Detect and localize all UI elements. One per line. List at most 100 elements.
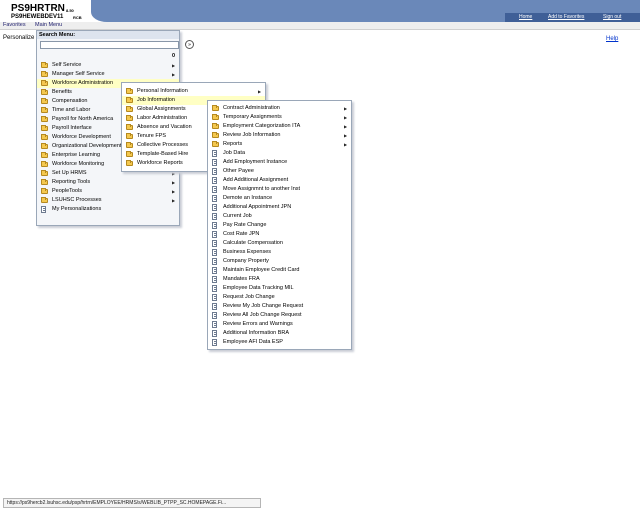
menu-item-add-additional-assignment[interactable]: Add Additional Assignment (208, 176, 351, 185)
favorites-menu[interactable]: Favorites (3, 22, 26, 28)
menu-item-temporary-assignments[interactable]: Temporary Assignments ▶ (208, 113, 351, 122)
menu-item-label: Employee Data Tracking MIL (223, 285, 294, 291)
document-icon (212, 294, 217, 301)
menu-item-lsuhsc-processes[interactable]: LSUHSC Processes ▶ (37, 196, 179, 205)
document-icon (212, 339, 217, 346)
search-menu-header: Search Menu: (37, 31, 179, 39)
home-link[interactable]: Home (519, 14, 532, 20)
menu-item-additional-information-bra[interactable]: Additional Information BRA (208, 329, 351, 338)
menu-item-contract-administration[interactable]: Contract Administration ▶ (208, 104, 351, 113)
menu-item-demote-an-instance[interactable]: Demote an Instance (208, 194, 351, 203)
menu-item-move-assignmnt-to-another-inst[interactable]: Move Assignmnt to another Inst (208, 185, 351, 194)
folder-icon (126, 97, 133, 103)
menu-item-label: Temporary Assignments (223, 114, 282, 120)
menu-item-other-payee[interactable]: Other Payee (208, 167, 351, 176)
menu-item-maintain-employee-credit-card[interactable]: Maintain Employee Credit Card (208, 266, 351, 275)
document-icon (212, 312, 217, 319)
search-menu-input[interactable] (40, 41, 179, 49)
menu-item-peopletools[interactable]: PeopleTools ▶ (37, 187, 179, 196)
folder-icon (41, 107, 48, 113)
folder-icon (126, 151, 133, 157)
menu-item-label: Employment Categorization ITA (223, 123, 301, 129)
document-icon (212, 168, 217, 175)
database-name: PS9HEWEBDEV11 (11, 14, 64, 20)
menu-item-label: Contract Administration (223, 105, 280, 111)
search-menu-title: Search Menu: (39, 32, 76, 38)
page-title: Personalize (3, 35, 35, 41)
document-icon (212, 159, 217, 166)
menu-item-personal-information[interactable]: Personal Information ▶ (122, 87, 265, 96)
menu-item-label: Time and Labor (52, 107, 91, 113)
search-go-button[interactable]: » (185, 40, 194, 49)
status-url: https://ps9hercb2.lsuhsc.edu/psp/hrtrn/E… (7, 500, 227, 506)
menu-item-reports[interactable]: Reports ▶ (208, 140, 351, 149)
menu-item-label: Other Payee (223, 168, 254, 174)
menu-item-label: Request Job Change (223, 294, 275, 300)
menu-item-current-job[interactable]: Current Job (208, 212, 351, 221)
chevron-right-icon: ▶ (344, 115, 348, 120)
user-tag: RCB (73, 15, 82, 20)
menu-item-label: Manager Self Service (52, 71, 105, 77)
folder-icon (41, 197, 48, 203)
help-link[interactable]: Help (606, 36, 618, 42)
document-icon (212, 240, 217, 247)
menu-item-label: Workforce Reports (137, 160, 183, 166)
folder-icon (41, 98, 48, 104)
folder-icon (126, 115, 133, 121)
menu-item-label: Cost Rate JPN (223, 231, 260, 237)
chevron-right-icon: ▶ (172, 63, 176, 68)
main-menu[interactable]: Main Menu (35, 22, 62, 28)
folder-icon (126, 142, 133, 148)
menu-item-job-data[interactable]: Job Data (208, 149, 351, 158)
menu-item-label: PeopleTools (52, 188, 82, 194)
menu-item-calculate-compensation[interactable]: Calculate Compensation (208, 239, 351, 248)
folder-icon (41, 62, 48, 68)
folder-icon (41, 116, 48, 122)
folder-icon (41, 80, 48, 86)
menu-item-additional-appointment-jpn[interactable]: Additional Appointment JPN (208, 203, 351, 212)
folder-icon (212, 123, 219, 129)
menu-item-cost-rate-jpn[interactable]: Cost Rate JPN (208, 230, 351, 239)
menu-item-label: Labor Administration (137, 115, 188, 121)
menu-item-add-employment-instance[interactable]: Add Employment Instance (208, 158, 351, 167)
menu-item-review-my-job-change-request[interactable]: Review My Job Change Request (208, 302, 351, 311)
menu-item-label: Workforce Monitoring (52, 161, 105, 167)
menu-item-employee-afi-data-esp[interactable]: Employee AFI Data ESP (208, 338, 351, 347)
menu-item-review-job-information[interactable]: Review Job Information ▶ (208, 131, 351, 140)
folder-icon (41, 134, 48, 140)
menu-item-review-errors-and-warnings[interactable]: Review Errors and Warnings (208, 320, 351, 329)
folder-icon (41, 179, 48, 185)
folder-icon (41, 71, 48, 77)
status-bar: https://ps9hercb2.lsuhsc.edu/psp/hrtrn/E… (3, 498, 261, 508)
menu-item-mandates-fra[interactable]: Mandates FRA (208, 275, 351, 284)
menu-item-company-property[interactable]: Company Property (208, 257, 351, 266)
menu-bar: Favorites Main Menu (0, 22, 640, 30)
menu-item-label: Company Property (223, 258, 269, 264)
menu-item-request-job-change[interactable]: Request Job Change (208, 293, 351, 302)
menu-item-reporting-tools[interactable]: Reporting Tools ▶ (37, 178, 179, 187)
menu-item-pay-rate-change[interactable]: Pay Rate Change (208, 221, 351, 230)
menu-item-my-personalizations[interactable]: My Personalizations (37, 205, 179, 214)
menu-item-label: Add Additional Assignment (223, 177, 289, 183)
folder-icon (41, 188, 48, 194)
menu-item-self-service[interactable]: Self Service ▶ (37, 61, 179, 70)
menu-item-label: Tenure FPS (137, 133, 167, 139)
chevron-right-icon: ▶ (258, 89, 262, 94)
add-to-favorites-link[interactable]: Add to Favorites (548, 14, 584, 20)
menu-item-business-expenses[interactable]: Business Expenses (208, 248, 351, 257)
chevron-right-icon: ▶ (172, 189, 176, 194)
menu-item-employment-categorization-ita[interactable]: Employment Categorization ITA ▶ (208, 122, 351, 131)
menu-item-manager-self-service[interactable]: Manager Self Service ▶ (37, 70, 179, 79)
sign-out-link[interactable]: Sign out (603, 14, 621, 20)
document-icon (212, 321, 217, 328)
document-icon (212, 249, 217, 256)
menu-item-review-all-job-change-request[interactable]: Review All Job Change Request (208, 311, 351, 320)
chevron-right-icon: ▶ (344, 133, 348, 138)
menu-count: 0 (172, 53, 176, 59)
menu-item-label: Demote an Instance (223, 195, 273, 201)
document-icon (212, 213, 217, 220)
menu-item-label: Benefits (52, 89, 72, 95)
menu-item-employee-data-tracking-mil[interactable]: Employee Data Tracking MIL (208, 284, 351, 293)
folder-icon (126, 160, 133, 166)
folder-icon (41, 125, 48, 131)
